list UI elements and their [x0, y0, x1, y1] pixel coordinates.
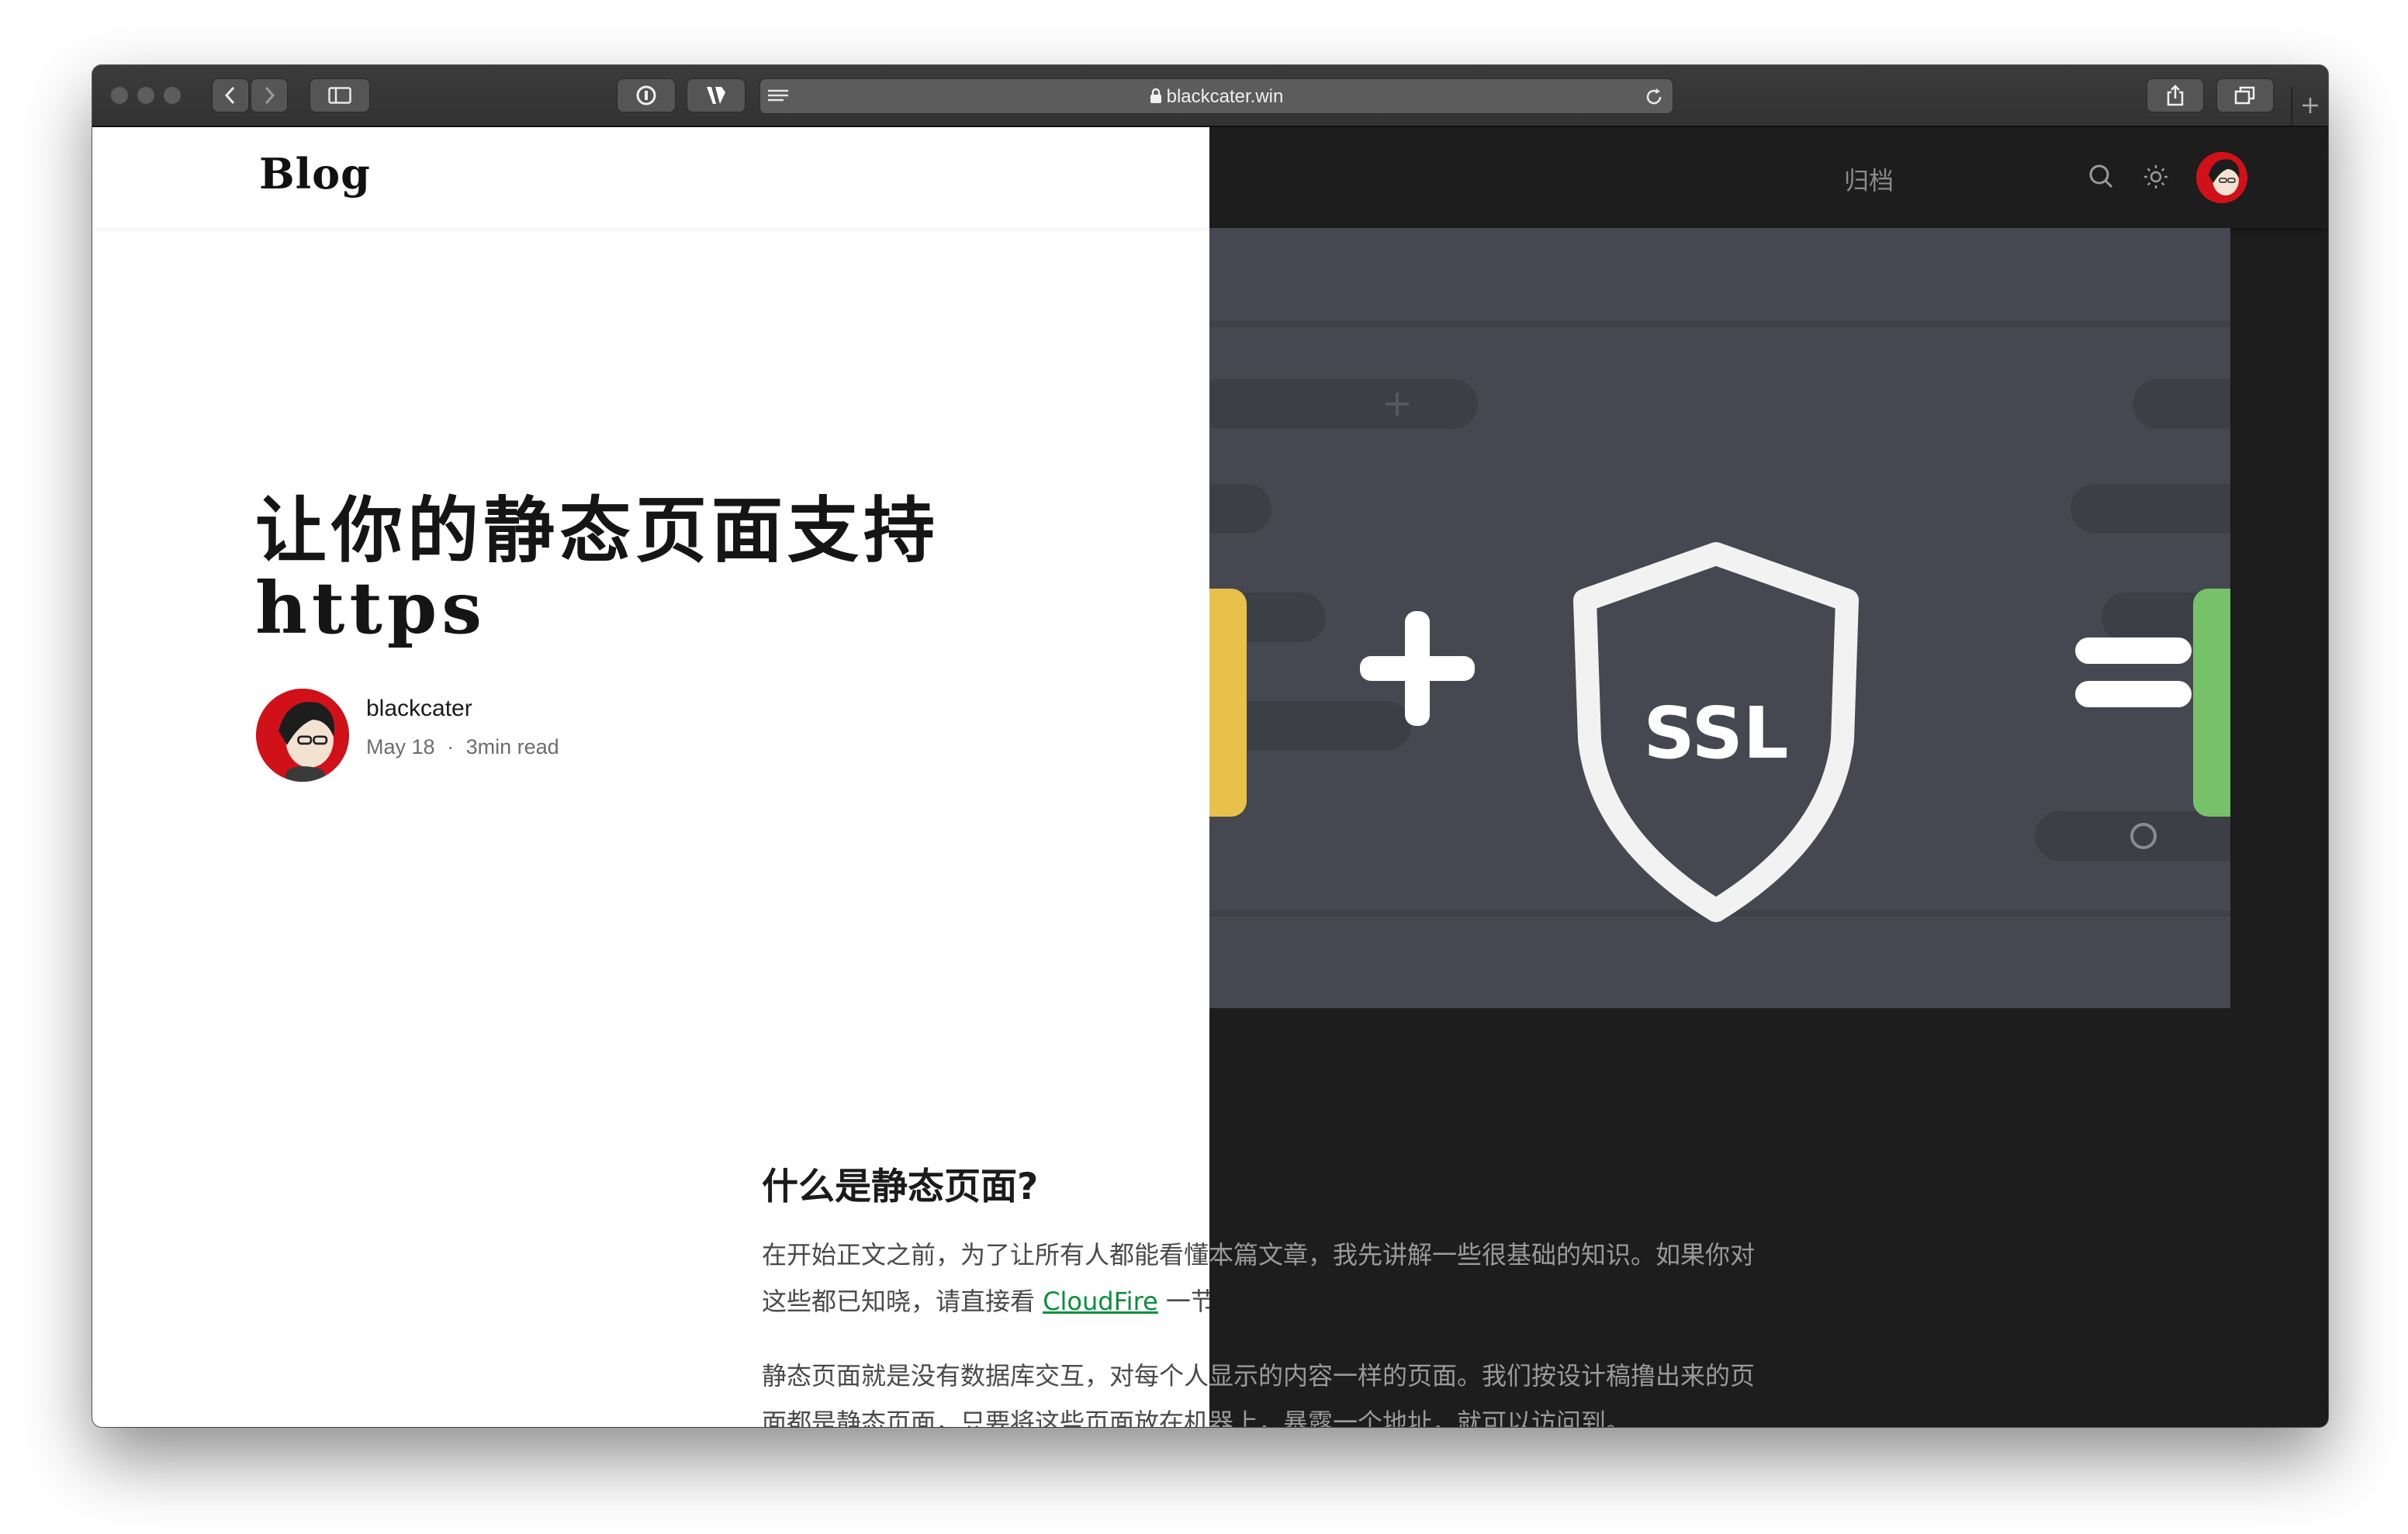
sidebar-icon: [328, 87, 351, 104]
site-header-dark: 归档: [1209, 127, 2328, 228]
paragraph-2: 静态页面就是没有数据库交互，对每个人显示的内容一样的页面。我们按设计稿撸出来的页…: [762, 1353, 1209, 1427]
plus-icon: [2302, 98, 2318, 113]
chevron-right-icon: [265, 86, 275, 105]
show-tabs-button[interactable]: [2216, 78, 2274, 112]
sidebar-toggle-button[interactable]: [310, 78, 370, 112]
password-manager-button[interactable]: [617, 78, 676, 112]
paragraph-2-line-1: 静态页面就是没有数据库交互，对每个人显示的内容一样的页面。我们按设计稿撸出来的页: [762, 1361, 1209, 1391]
dark-theme-view: 归档 SSL: [1209, 127, 2328, 1427]
url-display[interactable]: blackcater.win: [760, 86, 1673, 108]
theme-toggle-sun-icon[interactable]: [2140, 161, 2171, 192]
url-text: blackcater.win: [1166, 86, 1284, 107]
post-date: May 18: [366, 735, 435, 758]
hero-image: SSL: [1209, 228, 2230, 1008]
onepassword-icon: [636, 85, 656, 105]
tabs-overview-icon: [2234, 86, 2255, 105]
post-title-line1: 让你的静态页面支持: [255, 489, 940, 572]
site-header-light: Blog: [92, 127, 1209, 228]
paragraph-1-line-1: 在开始正文之前，为了让所有人都能看懂本篇文章，我先讲解一些很基础的知识。如果你对: [762, 1240, 1209, 1270]
post-title-line2: https: [255, 566, 487, 650]
cloudfire-link[interactable]: CloudFire: [1043, 1287, 1158, 1316]
browser-toolbar: blackcater.win: [92, 65, 2328, 127]
search-icon[interactable]: [2086, 161, 2117, 192]
extension-button[interactable]: [687, 78, 746, 112]
zoom-window-icon[interactable]: [164, 87, 181, 104]
light-theme-view: Blog 让你的静态页面支持 https blackcater May 18 ·…: [92, 127, 1209, 1427]
section-heading: 什么是静态页面?: [762, 1166, 1039, 1208]
lock-icon: [1150, 88, 1161, 103]
post-read-time: 3min read: [465, 735, 559, 758]
site-logo[interactable]: Blog: [259, 149, 371, 199]
meta-separator: ·: [447, 735, 455, 758]
post-meta: May 18 · 3min read: [366, 735, 559, 759]
share-icon: [2167, 85, 2184, 106]
address-bar[interactable]: blackcater.win: [759, 78, 1673, 114]
extension-logo-icon: [707, 87, 725, 104]
author-avatar-image: [256, 689, 349, 782]
post-title: 让你的静态页面支持 https: [255, 492, 1147, 647]
share-button[interactable]: [2147, 78, 2204, 112]
reload-icon[interactable]: [1643, 86, 1665, 108]
paragraph-2-line-2: 面都是静态页面，只要将这些页面放在机器上，暴露一个地址，就可以访问到。: [762, 1408, 1209, 1427]
back-button[interactable]: [212, 78, 249, 112]
close-window-icon[interactable]: [111, 87, 128, 104]
new-tab-button[interactable]: [2291, 87, 2328, 126]
paragraph-1-line-2: 这些都已知晓，请直接看 CloudFire 一节。: [762, 1278, 1209, 1325]
nav-archive-link[interactable]: 归档: [1844, 161, 1894, 197]
forward-button[interactable]: [251, 78, 288, 112]
browser-window: blackcater.win 归档 SSL Blog 让你的静态页面支持 htt…: [92, 65, 2328, 1427]
hero-ssl-label: SSL: [1643, 692, 1788, 775]
paragraph-1-text-before: 这些都已知晓，请直接看: [762, 1287, 1043, 1316]
author-avatar[interactable]: [256, 689, 349, 782]
minimize-window-icon[interactable]: [137, 87, 154, 104]
author-name[interactable]: blackcater: [366, 696, 472, 722]
chevron-left-icon: [224, 86, 235, 105]
avatar-image: [2196, 152, 2247, 203]
paragraph-1: 在开始正文之前，为了让所有人都能看懂本篇文章，我先讲解一些很基础的知识。如果你对…: [762, 1232, 1209, 1325]
ssl-illustration: SSL: [1209, 228, 2230, 1008]
header-avatar[interactable]: [2196, 152, 2247, 203]
paragraph-1-text-after: 一节。: [1165, 1287, 1209, 1316]
